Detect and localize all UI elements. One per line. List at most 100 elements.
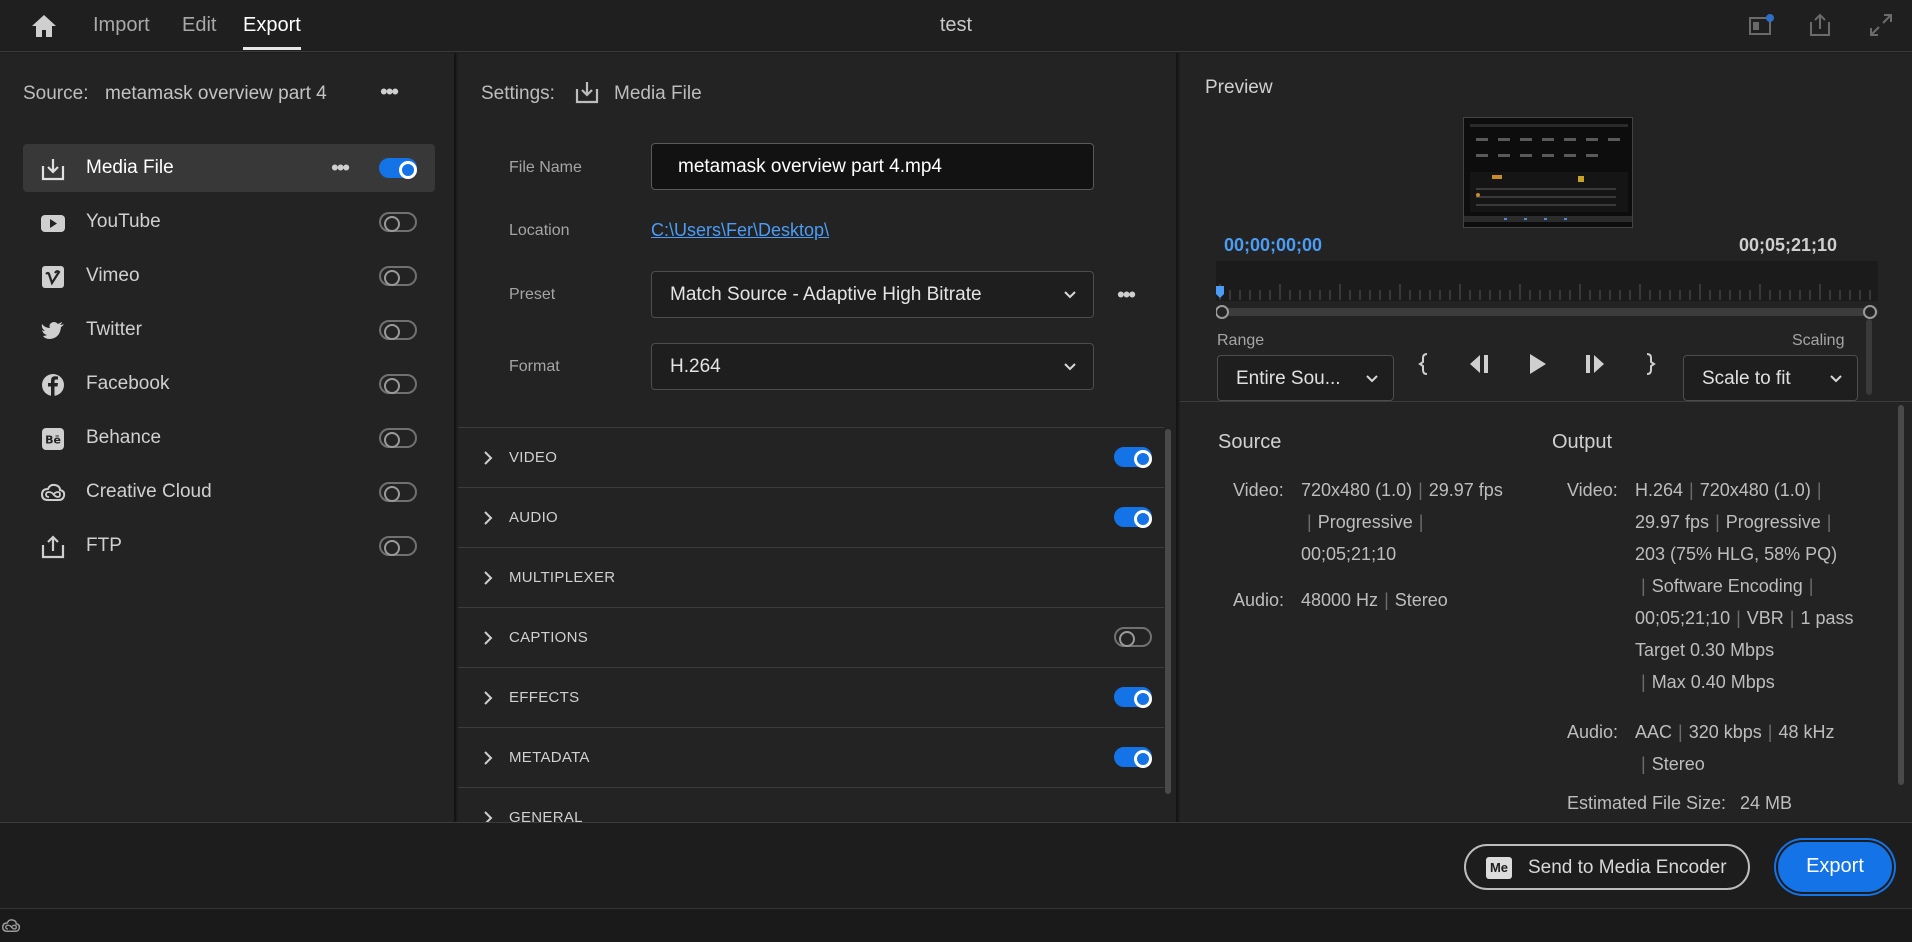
section-label: GENERAL bbox=[509, 809, 583, 822]
media-file-toggle[interactable] bbox=[379, 158, 417, 179]
timecode-end: 00;05;21;10 bbox=[1739, 235, 1838, 255]
location-label: Location bbox=[509, 222, 570, 239]
preset-value: Match Source - Adaptive High Bitrate bbox=[670, 284, 982, 305]
media-encoder-icon: Me bbox=[1486, 857, 1512, 879]
audio-toggle[interactable] bbox=[1114, 507, 1152, 528]
file-name-input[interactable]: metamask overview part 4.mp4 bbox=[651, 143, 1094, 190]
range-label: Range bbox=[1217, 332, 1265, 349]
fullscreen-icon[interactable] bbox=[1866, 10, 1896, 40]
twitter-icon bbox=[41, 322, 64, 339]
effects-toggle[interactable] bbox=[1114, 687, 1152, 708]
destination-creative-cloud[interactable]: Creative Cloud bbox=[23, 468, 435, 516]
behance-toggle[interactable] bbox=[379, 428, 417, 448]
send-label: Send to Media Encoder bbox=[1528, 857, 1727, 878]
timeline-ruler[interactable] bbox=[1216, 256, 1878, 322]
format-select[interactable]: H.264 bbox=[651, 343, 1094, 390]
send-to-media-encoder-button[interactable]: Me Send to Media Encoder bbox=[1464, 844, 1750, 890]
destination-ftp[interactable]: FTP bbox=[23, 522, 435, 570]
youtube-icon bbox=[41, 215, 65, 232]
chevron-down-icon bbox=[1064, 291, 1076, 299]
creative-cloud-icon[interactable] bbox=[0, 917, 22, 935]
output-audio-value: AAC | 320 kbps | 48 kHz | Stereo bbox=[1635, 722, 1835, 774]
chevron-down-icon bbox=[1064, 363, 1076, 371]
upload-icon bbox=[41, 535, 65, 559]
tab-import[interactable]: Import bbox=[93, 14, 150, 37]
quick-export-icon[interactable] bbox=[1746, 10, 1776, 40]
location-link[interactable]: C:\Users\Fer\Desktop\ bbox=[651, 220, 829, 241]
tab-export[interactable]: Export bbox=[243, 14, 301, 50]
destination-label: Behance bbox=[86, 427, 162, 448]
vimeo-icon bbox=[42, 266, 64, 288]
output-video-value: H.264 | 720x480 (1.0) | 29.97 fps | Progressi… bbox=[1635, 480, 1854, 692]
step-forward-icon[interactable] bbox=[1580, 349, 1610, 379]
source-audio-key: Audio: bbox=[1233, 590, 1285, 610]
destination-twitter[interactable]: Twitter bbox=[23, 306, 435, 354]
section-video[interactable]: VIDEO bbox=[458, 427, 1164, 487]
settings-label: Settings: bbox=[481, 83, 555, 104]
video-toggle[interactable] bbox=[1114, 447, 1152, 468]
svg-text:Bē: Bē bbox=[45, 434, 61, 447]
section-captions[interactable]: CAPTIONS bbox=[458, 607, 1164, 667]
section-label: AUDIO bbox=[509, 509, 559, 526]
destination-label: Vimeo bbox=[86, 265, 140, 286]
play-icon[interactable] bbox=[1522, 349, 1552, 379]
file-name-value: metamask overview part 4.mp4 bbox=[678, 156, 942, 177]
tab-edit[interactable]: Edit bbox=[182, 14, 216, 37]
info-scrollbar[interactable] bbox=[1898, 405, 1904, 785]
download-icon bbox=[41, 159, 65, 181]
section-general[interactable]: GENERAL bbox=[458, 787, 1164, 822]
destinations-panel: Source: metamask overview part 4 ••• Med… bbox=[0, 53, 456, 822]
settings-scrollbar[interactable] bbox=[1165, 429, 1171, 794]
section-metadata[interactable]: METADATA bbox=[458, 727, 1164, 787]
range-value: Entire Sou... bbox=[1236, 368, 1341, 389]
destination-facebook[interactable]: Facebook bbox=[23, 360, 435, 408]
file-name-label: File Name bbox=[509, 159, 582, 176]
output-video-key: Video: bbox=[1567, 480, 1618, 500]
destination-vimeo[interactable]: Vimeo bbox=[23, 252, 435, 300]
preview-title: Preview bbox=[1205, 77, 1273, 98]
mark-in-icon[interactable] bbox=[1410, 349, 1440, 379]
thumbnail-image bbox=[1464, 118, 1632, 227]
vimeo-toggle[interactable] bbox=[379, 266, 417, 286]
twitter-toggle[interactable] bbox=[379, 320, 417, 340]
source-row: Source: metamask overview part 4 bbox=[23, 83, 327, 105]
preview-scrollbar[interactable] bbox=[1866, 319, 1872, 395]
settings-header: Settings: bbox=[481, 83, 555, 105]
metadata-toggle[interactable] bbox=[1114, 747, 1152, 768]
section-audio[interactable]: AUDIO bbox=[458, 487, 1164, 547]
facebook-toggle[interactable] bbox=[379, 374, 417, 394]
creative-cloud-toggle[interactable] bbox=[379, 482, 417, 502]
range-select[interactable]: Entire Sou... bbox=[1217, 355, 1394, 401]
facebook-icon bbox=[42, 374, 64, 396]
destination-behance[interactable]: Bē Behance bbox=[23, 414, 435, 462]
destination-label: FTP bbox=[86, 535, 122, 556]
ftp-toggle[interactable] bbox=[379, 536, 417, 556]
chevron-right-icon bbox=[484, 631, 493, 645]
media-file-more-icon[interactable]: ••• bbox=[331, 157, 350, 179]
section-multiplexer[interactable]: MULTIPLEXER bbox=[458, 547, 1164, 607]
step-back-icon[interactable] bbox=[1464, 349, 1494, 379]
chevron-right-icon bbox=[484, 571, 493, 585]
source-more-icon[interactable]: ••• bbox=[380, 81, 399, 103]
captions-toggle[interactable] bbox=[1114, 627, 1152, 647]
mark-out-icon[interactable] bbox=[1634, 349, 1664, 379]
behance-icon: Bē bbox=[42, 428, 64, 450]
export-button[interactable]: Export bbox=[1778, 842, 1892, 892]
scaling-label: Scaling bbox=[1792, 332, 1845, 349]
preset-more-icon[interactable]: ••• bbox=[1117, 284, 1136, 306]
scaling-select[interactable]: Scale to fit bbox=[1683, 355, 1858, 401]
source-video-value: 720x480 (1.0) | 29.97 fps | Progressive | 00… bbox=[1301, 480, 1503, 564]
scaling-value: Scale to fit bbox=[1702, 368, 1791, 389]
destination-youtube[interactable]: YouTube bbox=[23, 198, 435, 246]
section-effects[interactable]: EFFECTS bbox=[458, 667, 1164, 727]
destination-label: Facebook bbox=[86, 373, 170, 394]
home-icon[interactable] bbox=[29, 12, 59, 40]
output-info-title: Output bbox=[1552, 431, 1613, 453]
youtube-toggle[interactable] bbox=[379, 212, 417, 232]
destination-media-file[interactable]: Media File ••• bbox=[23, 144, 435, 192]
download-icon bbox=[575, 82, 599, 104]
share-icon[interactable] bbox=[1805, 10, 1835, 40]
output-audio-key: Audio: bbox=[1567, 722, 1619, 742]
section-label: EFFECTS bbox=[509, 689, 580, 706]
preset-select[interactable]: Match Source - Adaptive High Bitrate bbox=[651, 271, 1094, 318]
